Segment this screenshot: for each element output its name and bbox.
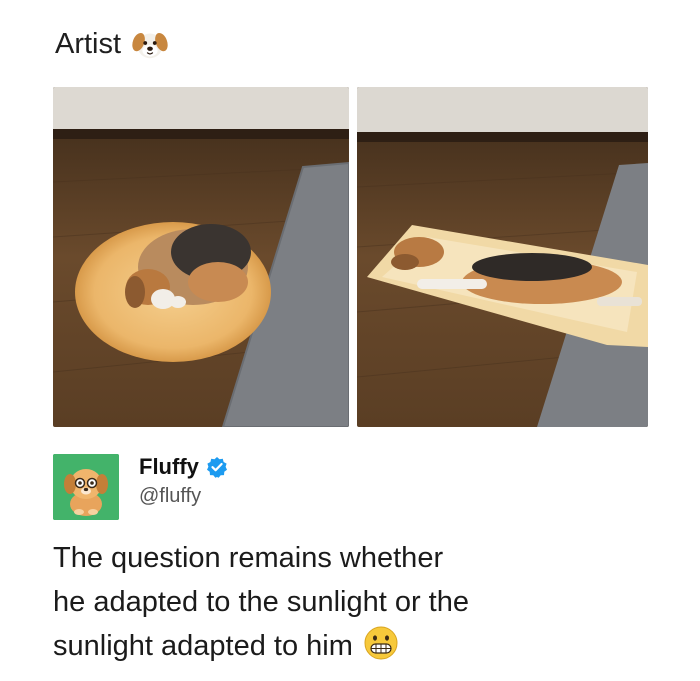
tweet-line-text: sunlight adapted to him [53,630,353,662]
beagle-stretched-in-sun-rectangle-photo [357,87,648,427]
tweet-line: he adapted to the sunlight or the [53,586,469,618]
beagle-curled-in-sun-circle-photo [53,87,349,427]
post-title-text: Artist [55,28,122,60]
tweet-line: The question remains whether [53,542,444,574]
cartoon-dog-avatar-icon [53,454,119,520]
verified-badge-icon [206,456,228,478]
grimacing-face-icon [363,625,399,661]
tweet-handle[interactable]: @fluffy [139,482,201,510]
tweet-text: The question remains whether he adapted … [53,536,613,668]
display-name: Fluffy [139,454,199,479]
post-title: Artist [55,24,169,64]
tweet-line-last: sunlight adapted to him [53,624,613,668]
fluffy-avatar[interactable] [53,454,119,520]
dog-face-icon [131,25,169,63]
tweet-author-name[interactable]: Fluffy [139,452,228,482]
